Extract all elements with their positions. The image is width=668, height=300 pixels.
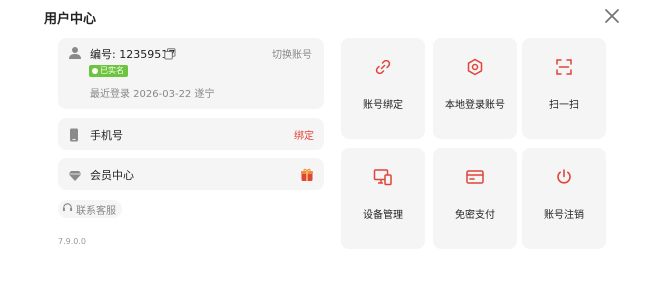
local-login-account-tile[interactable]: 本地登录账号 — [433, 38, 517, 139]
contact-support-button[interactable]: 联系客服 — [58, 200, 122, 218]
check-icon — [92, 68, 98, 74]
diamond-icon — [68, 167, 82, 186]
verified-badge-label: 已实名 — [100, 66, 124, 75]
vip-center-row[interactable]: 会员中心 — [58, 158, 324, 190]
account-binding-label: 账号绑定 — [363, 100, 403, 111]
scan-icon — [555, 58, 573, 80]
card-icon — [465, 168, 485, 190]
hexagon-gear-icon — [466, 58, 484, 80]
app-version: 7.9.0.0 — [58, 237, 86, 246]
user-id: 编号: 12359517 — [90, 48, 176, 61]
page-title: 用户中心 — [44, 12, 97, 27]
account-deletion-tile[interactable]: 账号注销 — [522, 148, 606, 249]
gift-icon — [300, 167, 314, 186]
power-icon — [555, 168, 573, 190]
close-icon[interactable] — [600, 4, 624, 28]
scan-label: 扫一扫 — [549, 100, 579, 111]
devices-icon — [373, 168, 393, 190]
device-management-label: 设备管理 — [363, 210, 403, 221]
phone-icon — [68, 127, 80, 146]
account-binding-tile[interactable]: 账号绑定 — [341, 38, 425, 139]
link-icon — [374, 58, 392, 80]
device-management-tile[interactable]: 设备管理 — [341, 148, 425, 249]
headset-icon — [62, 202, 73, 216]
phone-row[interactable]: 手机号 绑定 — [58, 118, 324, 150]
local-login-account-label: 本地登录账号 — [445, 100, 505, 111]
scan-tile[interactable]: 扫一扫 — [522, 38, 606, 139]
user-info-card: 编号: 12359517 切换账号 已实名 最近登录 2026-03-22 遂宁 — [58, 38, 324, 109]
account-deletion-label: 账号注销 — [544, 210, 584, 221]
password-free-payment-label: 免密支付 — [455, 210, 495, 221]
contact-support-label: 联系客服 — [76, 205, 116, 217]
vip-center-label: 会员中心 — [90, 169, 134, 182]
last-login-text: 最近登录 2026-03-22 遂宁 — [90, 89, 215, 100]
phone-label: 手机号 — [90, 129, 123, 142]
switch-account-link[interactable]: 切换账号 — [272, 46, 312, 61]
password-free-payment-tile[interactable]: 免密支付 — [433, 148, 517, 249]
bind-phone-link[interactable]: 绑定 — [294, 127, 314, 142]
verified-badge: 已实名 — [89, 65, 128, 77]
user-avatar-icon — [68, 45, 82, 64]
copy-icon[interactable] — [164, 45, 176, 64]
